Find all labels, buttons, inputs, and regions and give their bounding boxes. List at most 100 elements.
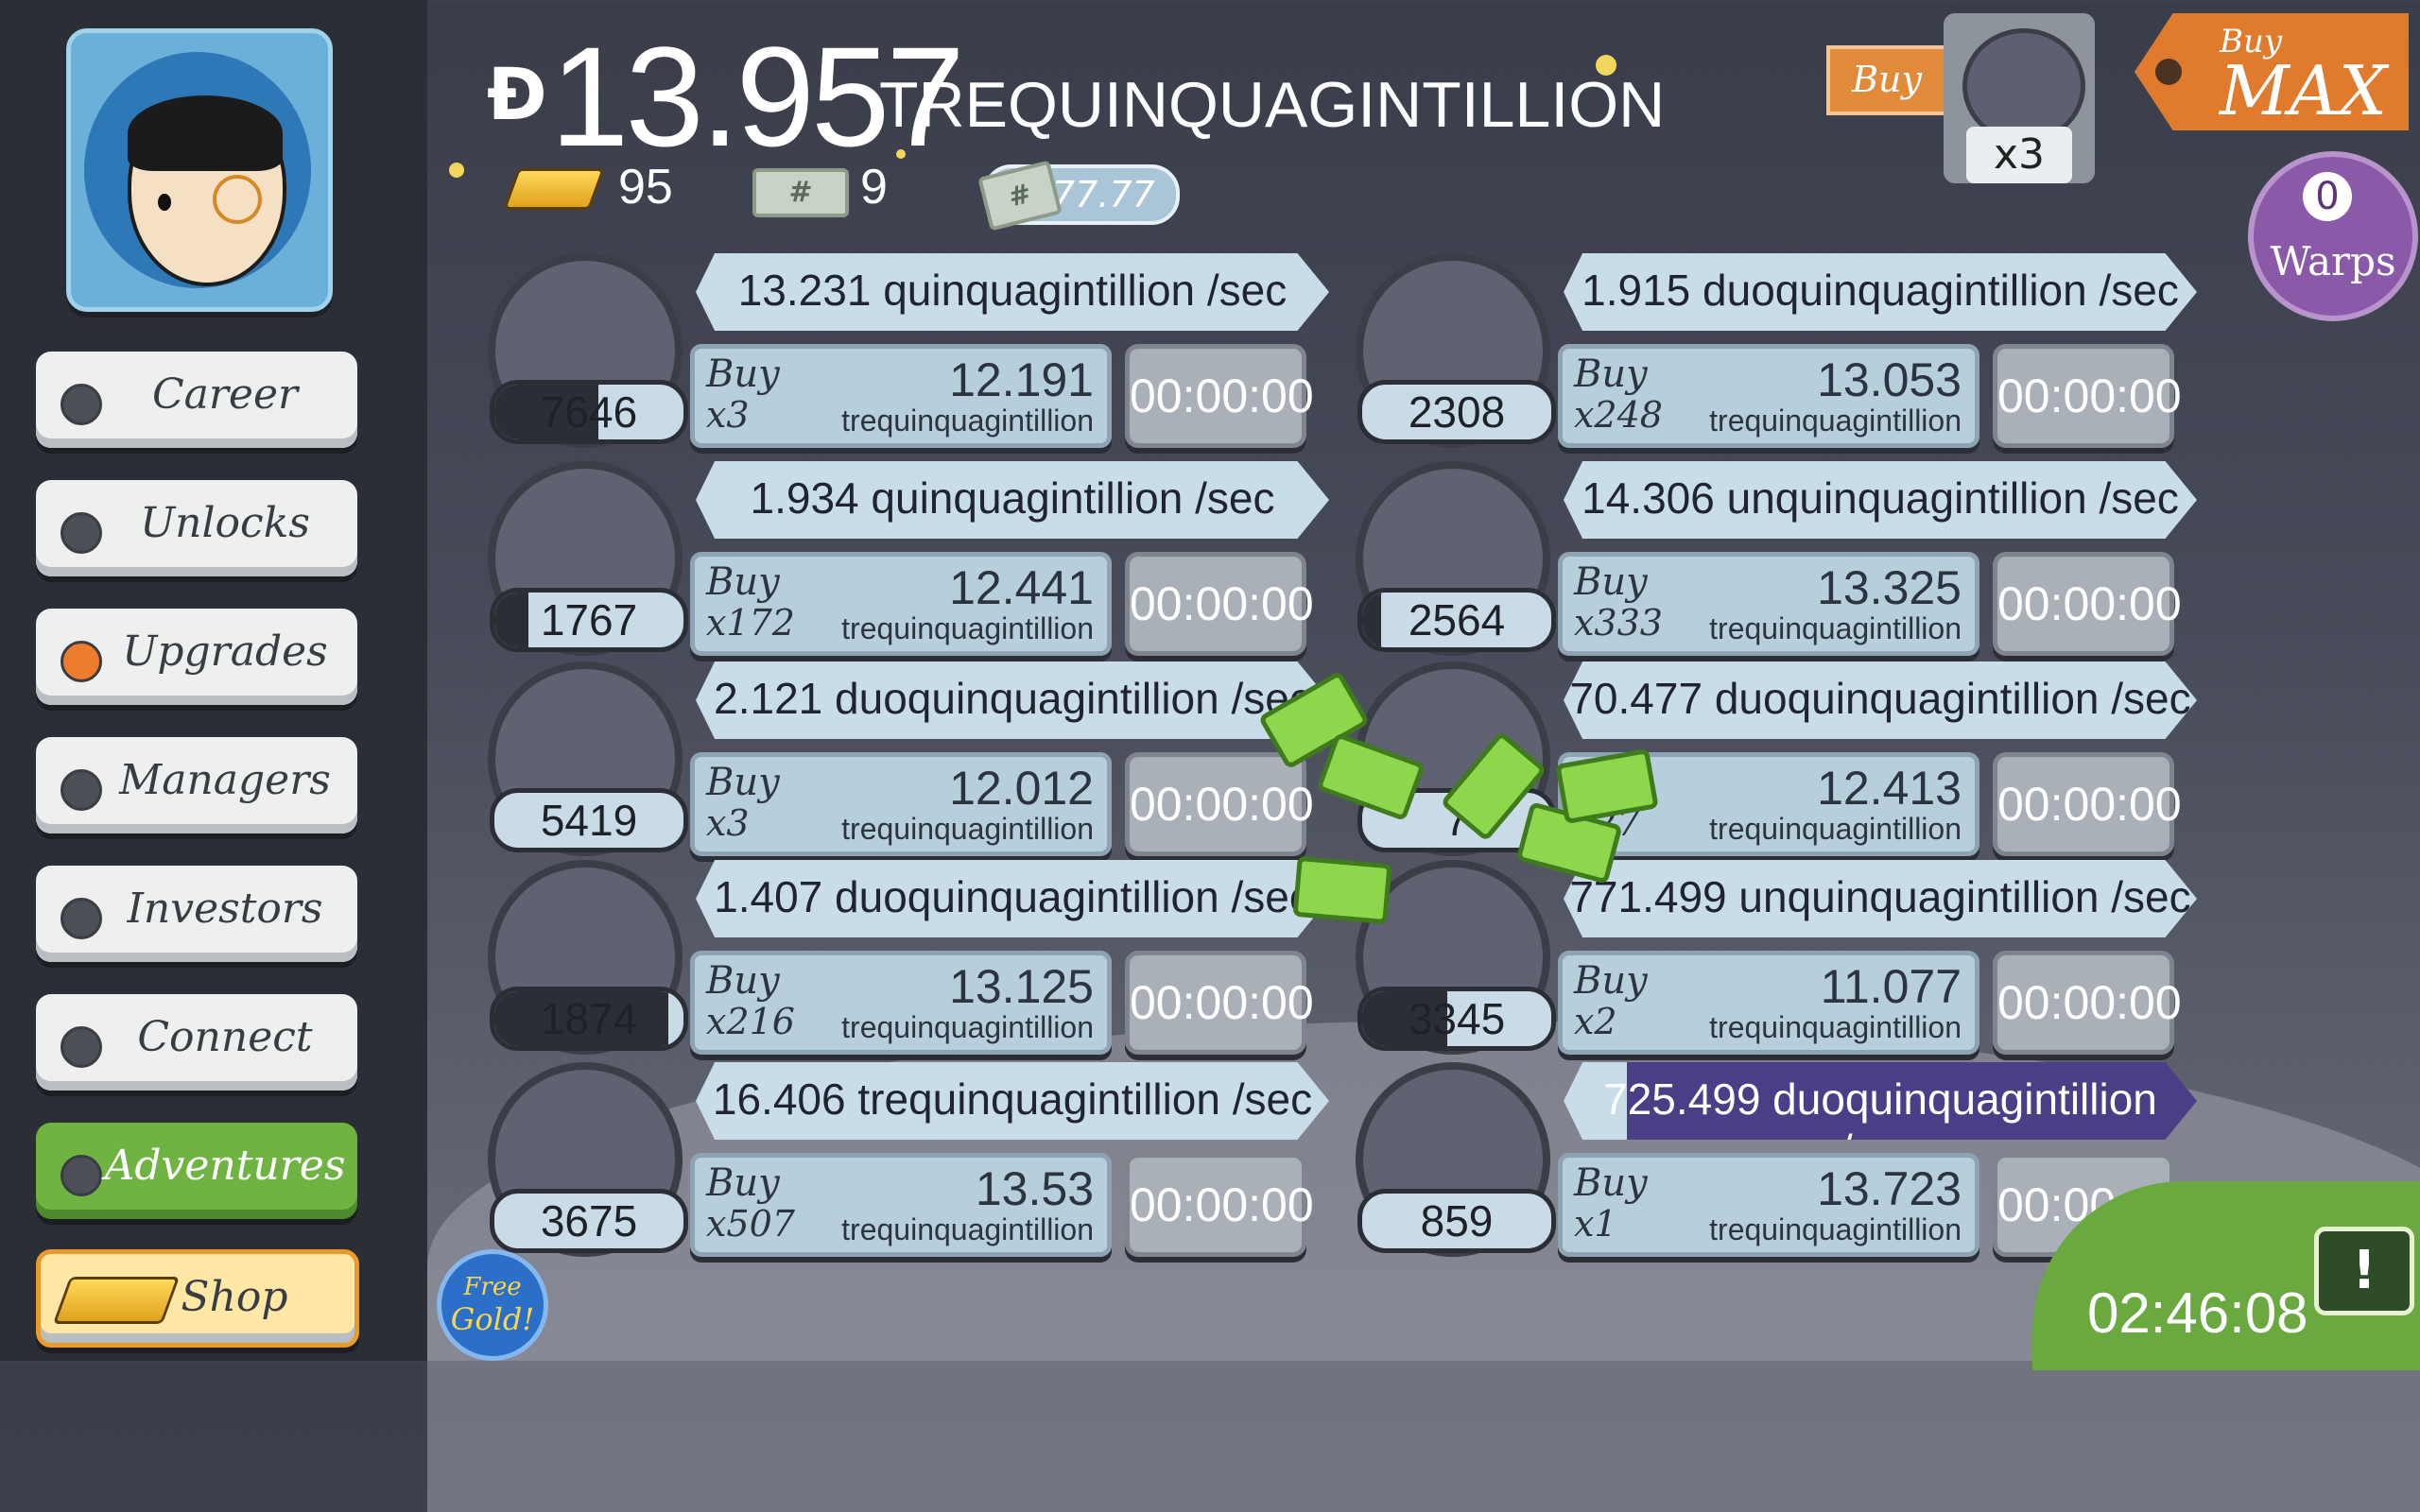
cost-unit: trequinquagintillion (1709, 611, 1962, 645)
production-timer: 00:00:00 (1125, 752, 1314, 856)
buy-quantity: x2 (1574, 1001, 1617, 1042)
money-unit: TREQUINQUAGINTILLION (879, 69, 1666, 141)
buy-button[interactable]: Buy x216 13.125 trequinquagintillion (690, 951, 1112, 1055)
cost-value: 13.53 (975, 1162, 1094, 1215)
income-rate-text: 1.915 duoquinquagintillion /sec (1582, 266, 2179, 315)
sidebar-item-unlocks[interactable]: Unlocks (36, 480, 357, 576)
production-timer: 00:00:00 (1125, 344, 1314, 448)
income-rate-text: 1.934 quinquagintillion /sec (750, 473, 1275, 523)
buy-button[interactable]: Buy x248 13.053 trequinquagintillion (1558, 344, 1979, 448)
owned-count: 7646 (490, 380, 688, 444)
cost-unit: trequinquagintillion (841, 404, 1094, 438)
owned-count-value: 3675 (540, 1196, 638, 1246)
free-gold-line2: Gold! (450, 1301, 535, 1337)
count-progress-fill (494, 593, 528, 647)
owned-count: 2308 (1357, 380, 1556, 444)
income-rate-bar[interactable]: 14.306 unquinquagintillion /sec (1564, 461, 2197, 539)
cost-unit: trequinquagintillion (1709, 1212, 1962, 1246)
buy-label: Buy (706, 1161, 780, 1205)
sidebar-item-label: Unlocks (140, 499, 310, 547)
buy-label: Buy (706, 352, 780, 396)
cost-value: 13.325 (1817, 561, 1962, 614)
indicator-dot (60, 1155, 102, 1196)
buy-button[interactable]: Buy x1 13.723 trequinquagintillion (1558, 1153, 1979, 1257)
income-rate-bar[interactable]: 70.477 duoquinquagintillion /sec (1564, 662, 2197, 739)
production-timer: 00:00:00 (1993, 752, 2182, 856)
warps-count: 0 (2303, 172, 2352, 221)
sidebar-item-label: Managers (119, 756, 331, 804)
exclamation-icon: ! (2352, 1240, 2377, 1301)
income-rate-text: 70.477 duoquinquagintillion /sec (1569, 674, 2191, 723)
player-avatar[interactable] (66, 28, 333, 312)
buy-quantity: x248 (1574, 394, 1663, 436)
indicator-dot (60, 641, 102, 682)
income-rate-bar[interactable]: 2.121 duoquinquagintillion /sec (696, 662, 1329, 739)
warps-label: Warps (2270, 238, 2396, 284)
sidebar-item-label: Connect (137, 1013, 313, 1061)
buy-quantity: x3 (706, 394, 750, 436)
income-rate-text: 771.499 unquinquagintillion /sec (1569, 872, 2191, 921)
sidebar-item-managers[interactable]: Managers (36, 737, 357, 833)
owned-count: 3345 (1357, 987, 1556, 1051)
owned-count-value: 1767 (540, 595, 638, 644)
cost-value: 13.723 (1817, 1162, 1962, 1215)
income-rate-text: 1.407 duoquinquagintillion /sec (714, 872, 1311, 921)
income-rate-bar[interactable]: 771.499 unquinquagintillion /sec (1564, 860, 2197, 937)
gold-bars-icon (502, 168, 606, 210)
buy-quantity: x3 (706, 802, 750, 844)
production-timer: 00:00:00 (1993, 951, 2182, 1055)
sidebar-item-label: Career (151, 370, 299, 419)
income-rate-text: 14.306 unquinquagintillion /sec (1582, 473, 2179, 523)
cost-value: 12.012 (949, 762, 1094, 815)
tv-timer: 02:46:08 (2087, 1281, 2308, 1345)
buy-quantity: x507 (706, 1203, 795, 1245)
eye (158, 194, 171, 211)
cost-value: 12.413 (1817, 762, 1962, 815)
buy-button[interactable]: Buy x3 12.191 trequinquagintillion (690, 344, 1112, 448)
indicator-dot (60, 384, 102, 425)
buy-mode-label[interactable]: Buy (1826, 45, 1947, 115)
buy-button[interactable]: Buy x3 12.012 trequinquagintillion (690, 752, 1112, 856)
buy-max-label-bottom: MAX (2220, 51, 2387, 130)
buy-button[interactable]: Buy x172 12.441 trequinquagintillion (690, 552, 1112, 656)
income-rate-bar[interactable]: 725.499 duoquinquagintillion /sec (1564, 1062, 2197, 1140)
warps-button[interactable]: 0 Warps (2248, 151, 2418, 321)
owned-count-value: 5419 (540, 796, 638, 845)
production-timer: 00:00:00 (1125, 1153, 1314, 1257)
cash-bill-icon (1292, 855, 1392, 925)
owned-count-value: 2564 (1408, 595, 1506, 644)
owned-count-value: 7646 (540, 387, 638, 437)
income-rate-bar[interactable]: 1.915 duoquinquagintillion /sec (1564, 253, 2197, 331)
buy-button[interactable]: Buy x507 13.53 trequinquagintillion (690, 1153, 1112, 1257)
cost-unit: trequinquagintillion (1709, 404, 1962, 438)
tv-icon[interactable]: ! (2314, 1227, 2414, 1315)
sidebar-item-connect[interactable]: Connect (36, 994, 357, 1091)
sidebar-item-upgrades[interactable]: Upgrades (36, 609, 357, 705)
sidebar-item-investors[interactable]: Investors (36, 866, 357, 962)
cost-unit: trequinquagintillion (1709, 1010, 1962, 1044)
buy-button[interactable]: Buy x333 13.325 trequinquagintillion (1558, 552, 1979, 656)
shop-button[interactable]: Shop (36, 1249, 359, 1348)
shop-label: Shop (181, 1273, 288, 1321)
owned-count-value: 2308 (1408, 387, 1506, 437)
cost-unit: trequinquagintillion (841, 1010, 1094, 1044)
income-rate-bar[interactable]: 1.934 quinquagintillion /sec (696, 461, 1329, 539)
income-rate-bar[interactable]: 13.231 quinquagintillion /sec (696, 253, 1329, 331)
ticket-icon: # (752, 168, 849, 217)
production-timer: 00:00:00 (1125, 951, 1314, 1055)
free-gold-button[interactable]: Free Gold! (437, 1249, 548, 1361)
buy-label: Buy (706, 761, 780, 804)
buy-button[interactable]: Buy x2 11.077 trequinquagintillion (1558, 951, 1979, 1055)
cost-value: 12.191 (949, 353, 1094, 406)
buy-label: Buy (1574, 352, 1648, 396)
income-rate-bar[interactable]: 16.406 trequinquagintillion /sec (696, 1062, 1329, 1140)
sidebar-item-career[interactable]: Career (36, 352, 357, 448)
sidebar-item-adventures[interactable]: Adventures (36, 1123, 357, 1219)
buy-max-button[interactable]: Buy MAX (2135, 13, 2409, 130)
income-rate-bar[interactable]: 1.407 duoquinquagintillion /sec (696, 860, 1329, 937)
cost-value: 13.125 (949, 960, 1094, 1013)
cost-value: 13.053 (1817, 353, 1962, 406)
hair (128, 95, 283, 171)
income-rate-text: 2.121 duoquinquagintillion /sec (714, 674, 1311, 723)
income-rate-text: 13.231 quinquagintillion /sec (737, 266, 1288, 315)
